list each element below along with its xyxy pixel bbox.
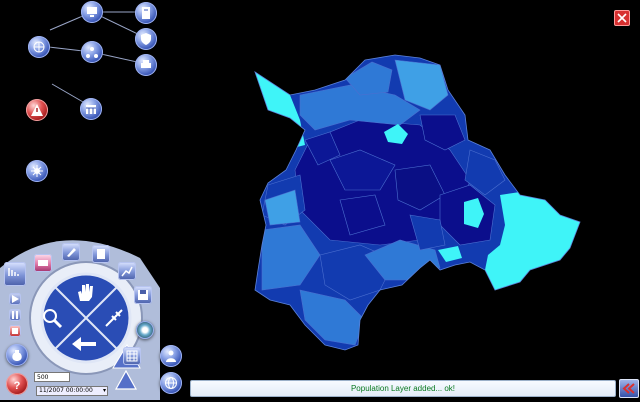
chart-button[interactable]	[118, 262, 136, 280]
network-button[interactable]	[81, 41, 103, 63]
help-button[interactable]: ?	[6, 373, 28, 395]
chart-icon	[121, 266, 133, 277]
date-value: 11/2007 00:00:00	[39, 387, 93, 394]
collapse-button[interactable]	[619, 379, 639, 398]
settings-button[interactable]	[26, 160, 48, 182]
choropleth-map[interactable]	[240, 45, 590, 360]
money-bag-icon	[12, 350, 22, 361]
save-button[interactable]	[134, 286, 152, 304]
hand-pan-icon	[78, 284, 93, 301]
pan-tool[interactable]	[72, 279, 98, 305]
status-message: Population Layer added... ok!	[350, 384, 456, 393]
triangle-icon	[114, 369, 138, 390]
warning-button[interactable]	[26, 99, 48, 121]
printer-button[interactable]	[135, 54, 157, 76]
stop-icon	[12, 328, 18, 334]
warning-icon	[31, 104, 43, 116]
storage-icon	[142, 7, 150, 19]
world-icon	[165, 377, 177, 389]
measure-triangle-button[interactable]	[113, 368, 139, 392]
bar-chart-icon	[8, 268, 19, 276]
measure-tool[interactable]	[102, 306, 126, 330]
document-icon	[97, 249, 105, 259]
stats-button[interactable]	[4, 262, 26, 286]
money-button[interactable]	[6, 344, 28, 366]
computer-icon	[87, 7, 97, 17]
user-location-button[interactable]	[160, 345, 182, 367]
chevron-down-icon: ▾	[102, 387, 106, 394]
date-select[interactable]: 11/2007 00:00:00 ▾	[36, 386, 108, 396]
back-button[interactable]	[70, 334, 98, 354]
grid-icon	[126, 350, 138, 362]
measure-icon	[105, 309, 123, 327]
document-button[interactable]	[92, 245, 110, 263]
help-icon: ?	[14, 380, 21, 391]
target-button[interactable]	[136, 321, 154, 339]
stop-button[interactable]	[9, 325, 21, 337]
disk-icon	[138, 290, 148, 300]
scale-input[interactable]	[34, 372, 70, 382]
shield-icon	[141, 33, 151, 45]
computer-button[interactable]	[81, 1, 103, 23]
play-button[interactable]	[9, 293, 21, 305]
close-icon	[617, 13, 627, 23]
svg-text:?: ?	[14, 380, 21, 391]
globe-button[interactable]	[28, 36, 50, 58]
zoom-tool[interactable]	[40, 306, 64, 330]
pencil-icon	[67, 248, 76, 257]
calendar-icon	[86, 105, 96, 114]
network-icon	[86, 47, 98, 58]
close-button[interactable]	[614, 10, 630, 26]
globe-icon	[33, 41, 45, 53]
play-icon	[12, 295, 19, 303]
back-arrow-icon	[72, 337, 96, 351]
grid-button[interactable]	[123, 347, 141, 365]
layers-icon	[38, 260, 48, 266]
pause-icon	[12, 311, 18, 319]
zoom-icon	[43, 309, 63, 329]
pause-button[interactable]	[9, 309, 21, 321]
shield-button[interactable]	[135, 28, 157, 50]
printer-icon	[141, 60, 151, 68]
layer-pink-button[interactable]	[34, 254, 52, 272]
draw-button[interactable]	[62, 243, 80, 261]
person-icon	[166, 350, 176, 362]
storage-button[interactable]	[135, 2, 157, 24]
status-bar: Population Layer added... ok!	[190, 380, 616, 397]
double-arrow-left-icon	[622, 383, 635, 394]
settings-icon	[31, 165, 43, 177]
globe-nav-button[interactable]	[160, 372, 182, 394]
calendar-button[interactable]	[80, 98, 102, 120]
